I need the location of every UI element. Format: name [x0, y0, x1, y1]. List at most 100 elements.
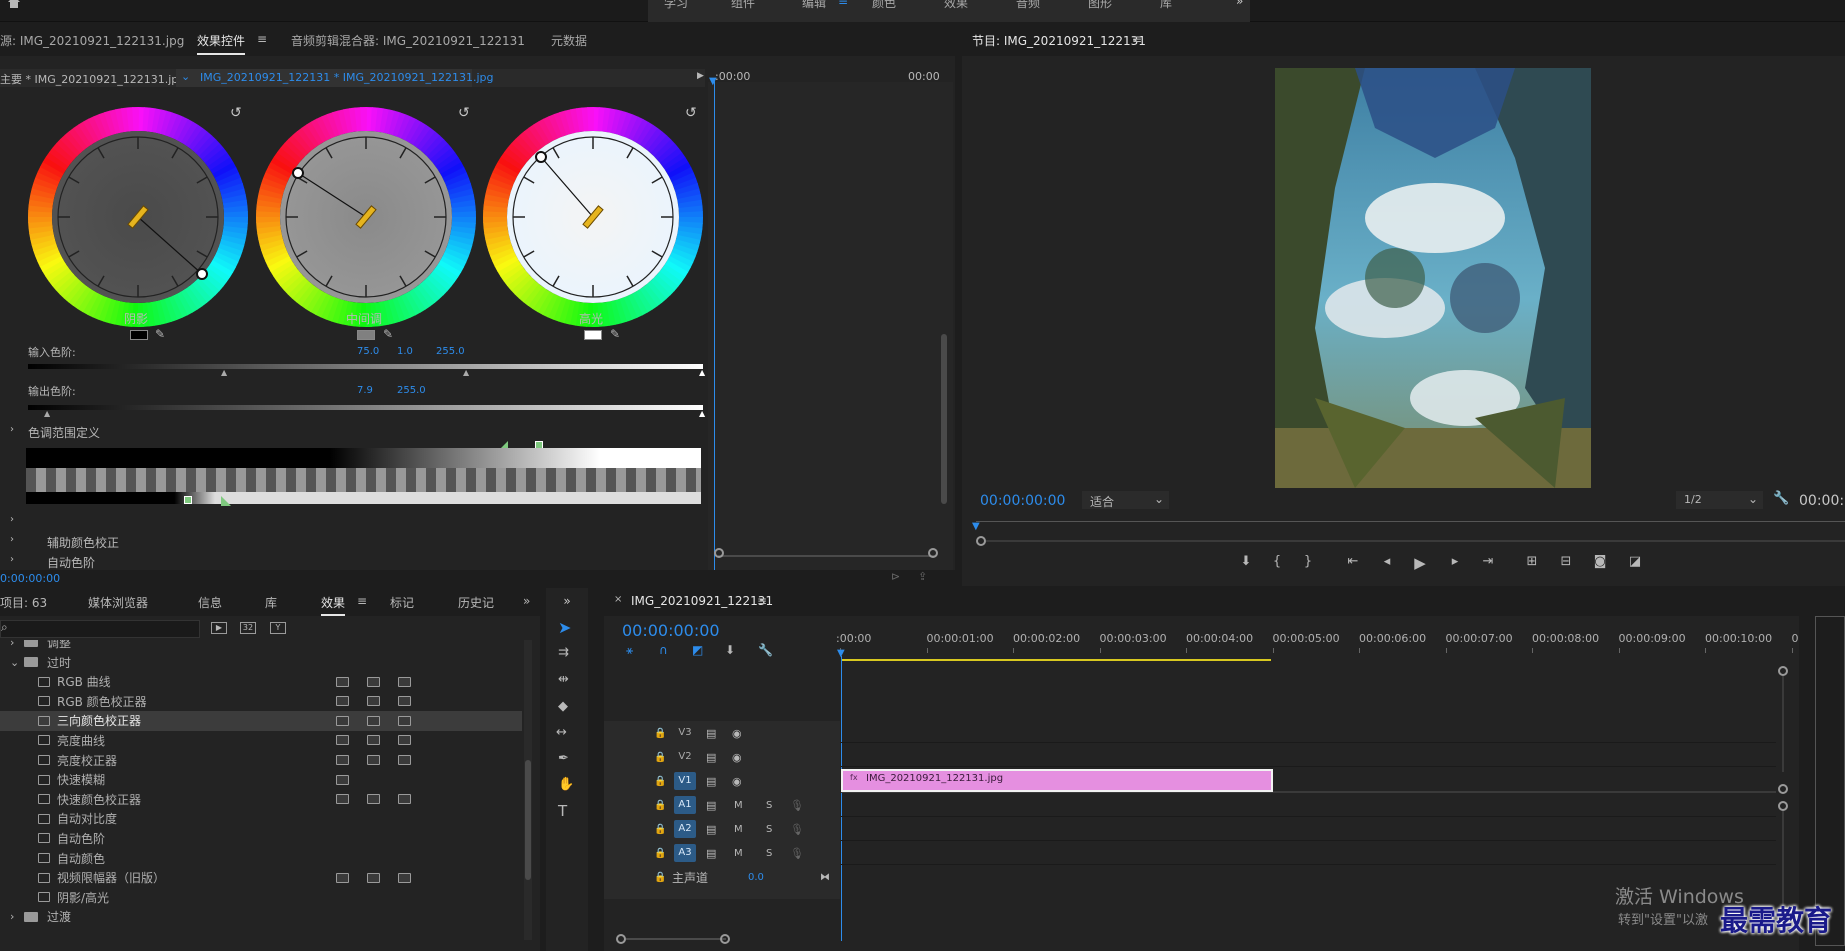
shadow-swatch[interactable] — [130, 330, 148, 340]
fit-dropdown[interactable]: 适合 ⌄ — [1082, 491, 1169, 509]
snap-icon[interactable]: ∩ — [659, 643, 668, 657]
chevron-right-icon[interactable]: › — [10, 640, 14, 649]
toggle-sync-icon[interactable]: ▤ — [706, 727, 716, 740]
effect-item[interactable]: 亮度曲线 — [0, 730, 522, 750]
track-a3[interactable] — [841, 843, 1776, 865]
workspace-tab-assembly[interactable]: 组件 — [715, 0, 771, 11]
tabs-more-icon[interactable]: » — [523, 594, 530, 608]
wheel-handle[interactable] — [196, 268, 208, 280]
32bit-effects-icon[interactable]: 32 — [240, 622, 256, 634]
effects-folder[interactable]: › 过渡 — [0, 907, 522, 927]
effects-scrollbar[interactable] — [525, 760, 531, 880]
track-zoom-handle-mid[interactable] — [1778, 784, 1788, 794]
lock-icon[interactable]: 🔒 — [654, 776, 666, 787]
mark-out-icon[interactable]: } — [1298, 554, 1318, 569]
export-icon[interactable]: ⇪ — [918, 570, 927, 583]
track-a2[interactable] — [841, 819, 1776, 841]
track-zoom-handle-top[interactable] — [1778, 666, 1788, 676]
expand-arrow-icon[interactable]: › — [10, 554, 14, 565]
input-level-white[interactable]: 255.0 — [436, 346, 465, 357]
output-black-handle[interactable]: ▲ — [44, 409, 50, 418]
tab-effect-controls[interactable]: 效果控件 — [197, 32, 246, 55]
hand-tool-icon[interactable]: ✋ — [558, 777, 574, 792]
tonal-range-bar-2[interactable] — [26, 468, 701, 492]
clip-v1[interactable]: fx IMG_20210921_122131.jpg — [841, 769, 1273, 792]
tonal-range-bar-3[interactable] — [26, 492, 701, 504]
effects-menu-icon[interactable]: ≡ — [357, 594, 367, 608]
midtone-swatch[interactable] — [357, 330, 375, 340]
effect-item[interactable]: 自动色阶 — [0, 828, 522, 848]
workspace-tab-libraries[interactable]: 库 — [1144, 0, 1188, 11]
lock-icon[interactable]: 🔒 — [654, 848, 666, 859]
mute-button[interactable]: M — [734, 824, 743, 835]
wheel-handle[interactable] — [292, 167, 304, 179]
input-gamma-handle[interactable]: ▲ — [463, 368, 469, 377]
ripple-edit-tool-icon[interactable]: ⇹ — [558, 672, 569, 687]
effects-folder[interactable]: ⌄ 过时 — [0, 652, 522, 672]
color-wheel-shadows[interactable] — [28, 107, 248, 327]
tab-libraries[interactable]: 库 — [265, 594, 277, 611]
workspace-tab-audio[interactable]: 音频 — [1000, 0, 1056, 11]
program-title[interactable]: 节目: IMG_20210921_122131 — [972, 32, 1146, 49]
track-label[interactable]: V2 — [674, 748, 696, 766]
chevron-right-icon[interactable]: › — [10, 910, 14, 923]
filter-icon[interactable]: ⊳ — [891, 570, 900, 583]
highlight-swatch[interactable] — [584, 330, 602, 340]
wrench-icon[interactable]: 🔧 — [758, 643, 773, 657]
track-select-tool-icon[interactable]: ⇉ — [558, 645, 569, 660]
lift-icon[interactable]: ⊞ — [1522, 554, 1542, 569]
track-label[interactable]: V3 — [674, 724, 696, 742]
tools-more-icon[interactable]: » — [546, 594, 588, 608]
ec-zoom-handle-left[interactable] — [714, 548, 724, 558]
expand-arrow-icon[interactable]: › — [10, 534, 14, 545]
mute-button[interactable]: M — [734, 848, 743, 859]
color-wheel-highlights[interactable] — [483, 107, 703, 327]
add-marker-icon[interactable]: ⬇ — [725, 643, 735, 657]
go-to-in-icon[interactable]: ⇤ — [1343, 554, 1363, 569]
output-level-white[interactable]: 255.0 — [397, 385, 426, 396]
slip-tool-icon[interactable]: ↔ — [556, 725, 567, 740]
chevron-down-icon[interactable]: ⌄ — [10, 656, 19, 669]
tab-metadata[interactable]: 元数据 — [551, 32, 587, 49]
program-scrub-bar[interactable] — [976, 521, 1845, 535]
timeline-zoom-bar[interactable] — [626, 938, 726, 940]
workspace-more-icon[interactable]: » — [1236, 0, 1243, 8]
play-triangle-icon[interactable]: ▶ — [697, 71, 704, 81]
work-area-bar[interactable] — [841, 659, 1271, 661]
track-zoom-handle-audio[interactable] — [1778, 801, 1788, 811]
master-volume[interactable]: 0.0 — [748, 872, 764, 883]
timeline-menu-icon[interactable]: ≡ — [757, 594, 767, 608]
mic-icon[interactable]: 🎙 — [790, 799, 804, 812]
track-label[interactable]: A2 — [674, 820, 696, 838]
extract-icon[interactable]: ⊟ — [1556, 554, 1576, 569]
ec-zoom-bar[interactable] — [718, 555, 936, 557]
tab-history[interactable]: 历史记 — [458, 594, 494, 611]
track-a1[interactable] — [841, 795, 1776, 817]
ec-zoom-handle-right[interactable] — [928, 548, 938, 558]
program-zoom-handle[interactable] — [976, 536, 986, 546]
eye-icon[interactable]: ◉ — [732, 775, 742, 788]
effect-item[interactable]: 阴影/高光 — [0, 887, 522, 907]
tab-info[interactable]: 信息 — [198, 594, 222, 611]
workspace-tab-editing[interactable]: 编辑 — [786, 0, 842, 11]
ec-scrollbar[interactable] — [941, 334, 947, 504]
color-wheel-midtones[interactable] — [255, 107, 476, 327]
sequence-title[interactable]: IMG_20210921_122131 — [631, 594, 773, 608]
mark-in-icon[interactable]: { — [1267, 554, 1287, 569]
tonal-range-bar-1[interactable] — [26, 448, 701, 468]
toggle-sync-icon[interactable]: ▤ — [706, 823, 716, 836]
input-black-handle[interactable]: ▲ — [221, 368, 227, 377]
mic-icon[interactable]: 🎙 — [790, 847, 804, 860]
nest-icon[interactable]: ⚹ — [626, 643, 633, 658]
expand-arrow-icon[interactable]: › — [10, 424, 14, 435]
ec-playhead-handle[interactable]: ▼ — [709, 76, 717, 87]
home-icon[interactable] — [6, 0, 22, 10]
go-to-end-icon[interactable]: ⧓ — [820, 872, 830, 883]
export-frame-icon[interactable]: ◙ — [1590, 554, 1610, 569]
effect-item[interactable]: 自动对比度 — [0, 809, 522, 829]
effects-search-input[interactable]: ⌕ — [0, 620, 200, 638]
video-scroll-bar[interactable] — [1782, 676, 1784, 772]
effect-item[interactable]: 亮度校正器 — [0, 750, 522, 770]
color-wheels-drawing[interactable]: ↺ ↺ ↺ — [0, 86, 708, 346]
workspace-tab-color[interactable]: 颜色 — [856, 0, 912, 11]
